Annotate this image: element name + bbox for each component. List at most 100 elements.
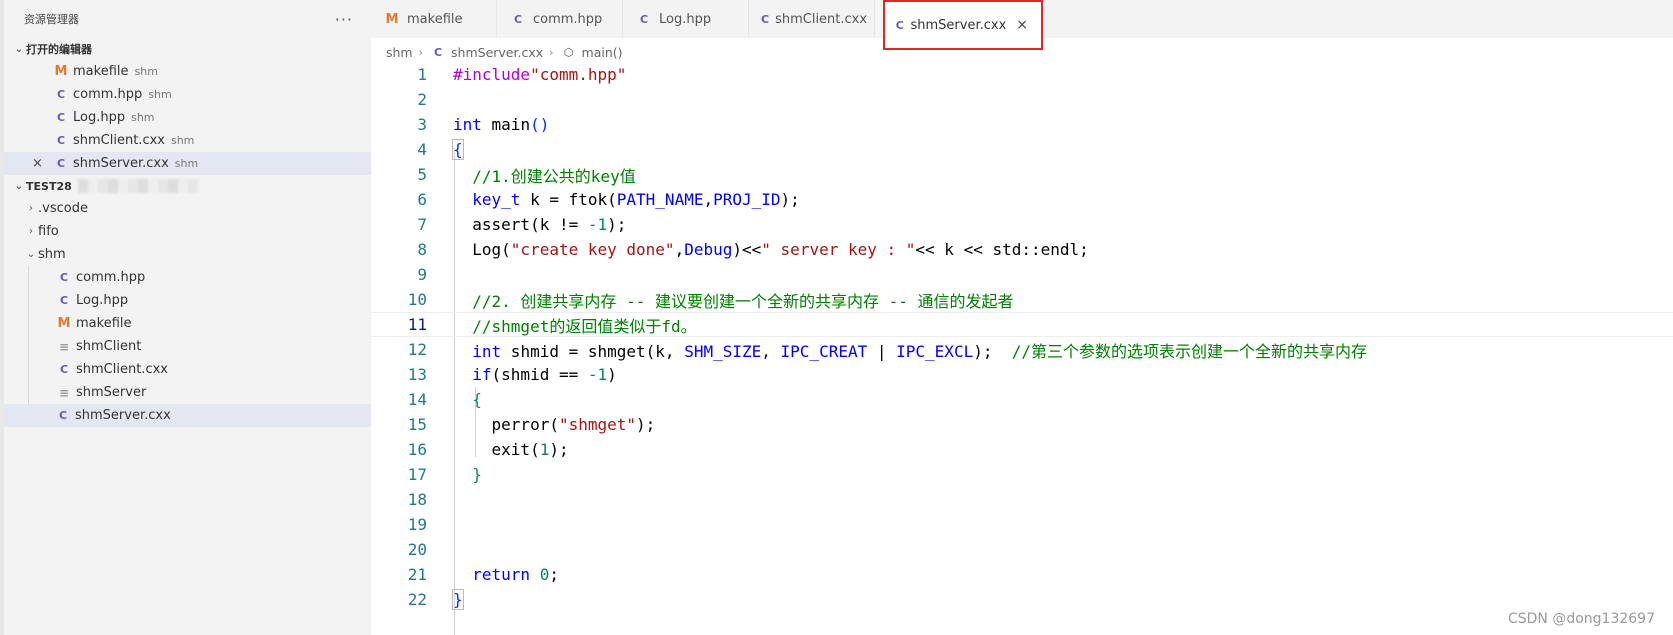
code-line-current: 11 //shmget的返回值类似于fd。: [371, 312, 1673, 337]
open-editor-name: Log.hpp: [73, 110, 126, 125]
open-editor-log-hpp[interactable]: C Log.hpp shm: [4, 106, 371, 129]
makefile-icon: M: [385, 11, 399, 27]
code-token: if: [472, 365, 492, 384]
code-token: IPC_CREAT: [780, 341, 868, 361]
tree-item-label: makefile: [76, 316, 132, 331]
code-token: -1: [587, 215, 608, 234]
code-token: ,: [703, 190, 714, 209]
cpp-file-icon: C: [59, 363, 69, 376]
code-line: 17 }: [371, 462, 1673, 487]
more-actions-icon[interactable]: ···: [335, 10, 353, 29]
workspace-title: TEST28: [26, 179, 72, 193]
tree-item-label: shm: [38, 247, 66, 262]
cpp-file-icon: C: [56, 134, 66, 147]
code-token: key_t: [472, 190, 521, 209]
code-token: {: [472, 390, 482, 409]
tree-item-label: comm.hpp: [76, 270, 146, 285]
open-editor-makefile[interactable]: M makefile shm: [4, 60, 371, 83]
cpp-file-icon: C: [56, 88, 66, 101]
tree-file-comm-hpp[interactable]: C comm.hpp: [28, 266, 371, 289]
code-token: int: [453, 115, 482, 134]
tree-file-shmclient-cxx[interactable]: C shmClient.cxx: [28, 358, 371, 381]
code-token: " server key : ": [761, 240, 916, 259]
tab-label: shmServer.cxx: [910, 17, 1007, 33]
code-line: 7 assert(k != -1);: [371, 212, 1673, 237]
code-line: 14 {: [371, 387, 1673, 412]
code-line: 10 //2. 创建共享内存 -- 建议要创建一个全新的共享内存 -- 通信的发…: [371, 287, 1673, 312]
close-icon[interactable]: ×: [1016, 17, 1028, 33]
code-token: "comm.hpp": [530, 65, 627, 84]
open-editor-dir: shm: [170, 134, 195, 147]
code-editor[interactable]: 1 #include"comm.hpp" 2 3 int main() 4 { …: [371, 62, 1673, 635]
code-token: #include: [453, 65, 531, 84]
code-line: 3 int main(): [371, 112, 1673, 137]
code-token: Log(: [472, 240, 511, 259]
tab-log-hpp[interactable]: C Log.hpp: [623, 0, 749, 38]
tab-label: shmClient.cxx: [775, 11, 868, 27]
close-icon[interactable]: ×: [32, 156, 43, 171]
code-token: ,: [674, 240, 685, 259]
cpp-file-icon: C: [56, 157, 66, 170]
chevron-down-icon: ⌄: [26, 249, 36, 260]
code-token: k = ftok(: [520, 190, 617, 209]
tab-makefile[interactable]: M makefile: [371, 0, 497, 38]
open-editor-dir: shm: [131, 111, 155, 124]
code-token: }: [452, 589, 464, 610]
code-line: 13 if(shmid == -1): [371, 362, 1673, 387]
code-token: {: [452, 139, 464, 160]
code-token: ): [607, 365, 617, 384]
tree-file-shmserver-cxx[interactable]: C shmServer.cxx: [4, 404, 371, 427]
tree-file-makefile[interactable]: M makefile: [28, 312, 371, 335]
explorer-sidebar: 资源管理器 ··· ⌄ 打开的编辑器 M makefile shm C comm…: [0, 0, 371, 635]
tree-item-label: .vscode: [38, 201, 88, 216]
code-token: exit(: [491, 440, 540, 459]
tree-file-shmclient[interactable]: ≡ shmClient: [28, 335, 371, 358]
line-number: 3: [417, 115, 427, 134]
code-line: 21 return 0;: [371, 562, 1673, 587]
open-editors-section[interactable]: ⌄ 打开的编辑器: [4, 38, 371, 60]
line-number: 19: [407, 515, 427, 534]
tab-label: Log.hpp: [659, 11, 712, 27]
tab-shmserver-cxx[interactable]: C shmServer.cxx ×: [883, 0, 1043, 50]
code-token: }: [472, 465, 482, 484]
code-token: );: [549, 440, 569, 459]
tab-shmclient-cxx[interactable]: C shmClient.cxx: [749, 0, 875, 38]
code-token: PATH_NAME: [616, 190, 704, 209]
code-line: 5 //1.创建公共的key值: [371, 162, 1673, 187]
code-line: 18: [371, 487, 1673, 512]
open-editor-shmclient-cxx[interactable]: C shmClient.cxx shm: [4, 129, 371, 152]
makefile-icon: M: [57, 316, 71, 331]
line-number: 4: [417, 140, 427, 159]
breadcrumb-folder[interactable]: shm: [386, 45, 413, 60]
tree-folder-fifo[interactable]: › fifo: [4, 220, 371, 243]
code-token: return: [472, 565, 531, 584]
watermark: CSDN @dong132697: [1507, 611, 1655, 627]
open-editor-name: makefile: [73, 64, 129, 79]
tree-file-log-hpp[interactable]: C Log.hpp: [28, 289, 371, 312]
open-editor-comm-hpp[interactable]: C comm.hpp shm: [4, 83, 371, 106]
line-number: 7: [417, 215, 427, 234]
tab-label: comm.hpp: [533, 11, 603, 27]
line-number: 22: [407, 590, 427, 609]
breadcrumb-symbol[interactable]: main(): [582, 45, 623, 60]
plain-file-icon: ≡: [58, 385, 70, 400]
tree-file-shmserver[interactable]: ≡ shmServer: [28, 381, 371, 404]
makefile-icon: M: [54, 64, 68, 79]
workspace-section[interactable]: ⌄ TEST28: [4, 175, 371, 197]
tree-folder-shm[interactable]: ⌄ shm: [4, 243, 371, 266]
code-line: 19: [371, 512, 1673, 537]
breadcrumb-file[interactable]: shmServer.cxx: [451, 45, 543, 60]
code-token: )<<: [732, 240, 762, 259]
breadcrumb: shm › C shmServer.cxx › ⬡ main(): [386, 42, 623, 62]
open-editor-shmserver-cxx[interactable]: × C shmServer.cxx shm: [4, 152, 371, 175]
tree-folder-vscode[interactable]: › .vscode: [4, 197, 371, 220]
code-line: 4 {: [371, 137, 1673, 162]
code-line: 16 exit(1);: [371, 437, 1673, 462]
tab-comm-hpp[interactable]: C comm.hpp: [497, 0, 623, 38]
chevron-right-icon: ›: [418, 45, 424, 59]
code-token: (shmid ==: [491, 365, 588, 384]
line-number: 13: [407, 365, 427, 384]
open-editor-name: shmServer.cxx: [73, 156, 169, 171]
code-line: 8 Log("create key done",Debug)<<" server…: [371, 237, 1673, 262]
chevron-right-icon: ›: [29, 226, 33, 237]
